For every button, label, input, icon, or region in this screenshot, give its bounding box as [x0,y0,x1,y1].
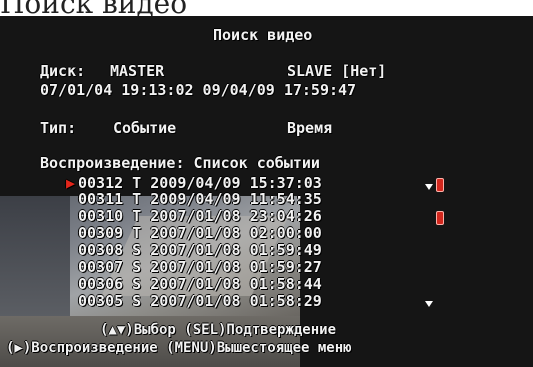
event-list-item[interactable]: 00310 T 2007/01/08 23:04:26 [78,209,322,224]
type-value[interactable]: Событие [113,119,176,137]
disk-label: Диск: [40,62,86,80]
event-list-item[interactable]: 00311 T 2009/04/09 11:54:35 [78,192,322,207]
lock-icon [436,178,444,192]
list-heading: Воспроизведение: Список событии [40,154,320,172]
event-list-item[interactable]: 00305 S 2007/01/08 01:58:29 [78,294,322,309]
event-list-item[interactable]: 00306 S 2007/01/08 01:58:44 [78,277,322,292]
help-line-play: (▶)Воспроизведение (MENU)Вышестоящее мен… [6,340,352,356]
type-label: Тип: [40,119,77,137]
help-line-select: (▲▼)Выбор (SEL)Подтверждение [100,322,337,338]
disk-slave: SLAVE [Нет] [287,62,387,80]
event-list-item[interactable]: 00307 S 2007/01/08 01:59:27 [78,260,322,275]
header-strip: Поиск видео [0,0,533,18]
play-cursor-icon: ▶ [66,174,76,192]
scroll-down-triangle-icon [425,301,433,307]
type-sort[interactable]: Время [287,119,332,137]
screen-title: Поиск видео [213,26,313,44]
event-list-item[interactable]: 00309 T 2007/01/08 02:00:00 [78,226,322,241]
osd-screen: Поиск видео Диск: MASTER SLAVE [Нет] 07/… [0,16,533,367]
event-list-item[interactable]: 00308 S 2007/01/08 01:59:49 [78,243,322,258]
lock-icon [436,211,444,225]
disk-master: MASTER [110,62,165,80]
disk-range: 07/01/04 19:13:02 09/04/09 17:59:47 [40,81,357,99]
event-list-item[interactable]: 00312 T 2009/04/09 15:37:03 [78,176,322,191]
scroll-up-triangle-icon [425,184,433,190]
